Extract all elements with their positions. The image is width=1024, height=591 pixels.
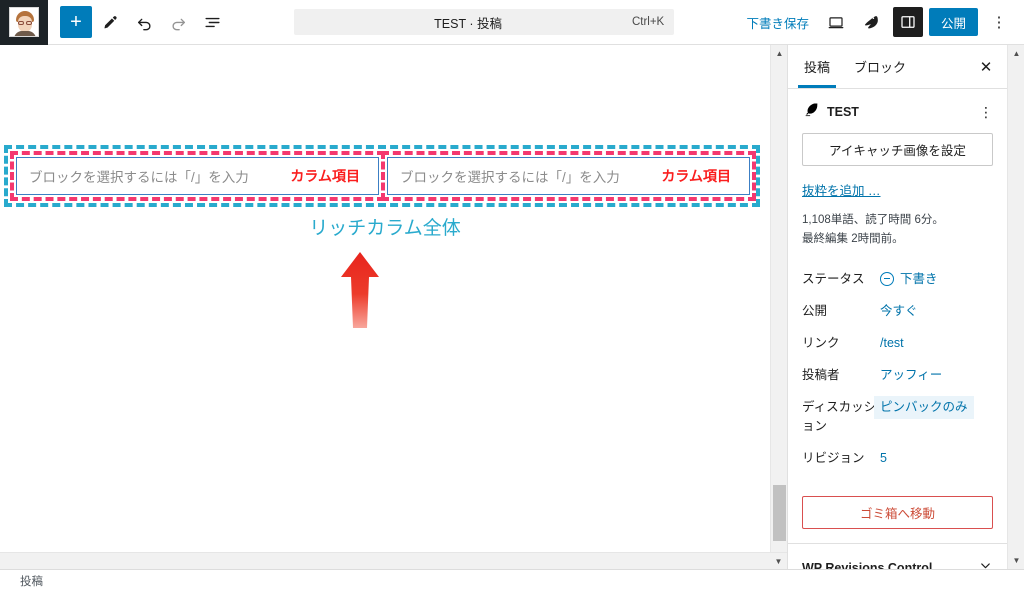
toolbar-center-group: TEST · 投稿 Ctrl+K [228, 9, 740, 35]
move-to-trash-button[interactable]: ゴミ箱へ移動 [802, 495, 993, 529]
annotation-arrow-icon [341, 252, 379, 328]
tab-post[interactable]: 投稿 [792, 45, 842, 88]
sidebar-body: TEST ⋮ アイキャッチ画像を設定 抜粋を追加 … 1,108単語、読了時間 … [788, 89, 1007, 569]
pencil-icon-svg [104, 16, 117, 29]
column-block-2[interactable]: ブロックを選択するには「/」を入力 カラム項目 [381, 151, 756, 201]
editor-vertical-scrollbar[interactable]: ▲ ▼ [770, 45, 787, 569]
undo-icon[interactable] [128, 6, 160, 38]
trash-section: ゴミ箱へ移動 [788, 482, 1007, 544]
command-bar[interactable]: TEST · 投稿 Ctrl+K [294, 9, 675, 35]
add-block-button[interactable]: + [60, 6, 92, 38]
redo-icon[interactable] [162, 6, 194, 38]
jetpack-icon[interactable] [857, 7, 887, 37]
wordpress-block-editor: + TEST · 投稿 Ctrl+K 下書き保存 公開 ⋮ ブロックを選択するに… [0, 0, 1024, 591]
post-settings-rows: ステータス 下書き 公開 今すぐ リンク /test 投稿者 アッフィー ディス… [788, 263, 1007, 474]
editor-top-toolbar: + TEST · 投稿 Ctrl+K 下書き保存 公開 ⋮ [0, 0, 1024, 45]
row-author: 投稿者 アッフィー [788, 359, 1007, 391]
annotation-column-label-2: カラム項目 [661, 168, 731, 184]
last-edited-line: 最終編集 2時間前。 [802, 232, 904, 245]
columns-block: ブロックを選択するには「/」を入力 カラム項目 ブロックを選択するには「/」を入… [10, 151, 756, 201]
row-discussion-key: ディスカッション [802, 400, 877, 433]
sidebar-tabs: 投稿 ブロック ✕ [788, 45, 1007, 89]
post-summary-header: TEST ⋮ [788, 89, 1007, 131]
redo-icon-svg [171, 18, 185, 30]
status-circle-icon [880, 271, 894, 286]
panel-title: WP Revisions Control [802, 560, 933, 569]
save-draft-button[interactable]: 下書き保存 [740, 9, 815, 36]
avatar-image [9, 7, 39, 37]
row-status: ステータス 下書き [788, 263, 1007, 295]
kebab-menu-icon[interactable]: ⋮ [984, 7, 1014, 37]
column-1-placeholder: ブロックを選択するには「/」を入力 [29, 170, 249, 185]
sidebar-scroll-down-arrow-icon[interactable]: ▼ [1008, 552, 1024, 569]
column-2-placeholder: ブロックを選択するには「/」を入力 [400, 170, 620, 185]
post-title-text: TEST [827, 105, 859, 119]
post-content-canvas[interactable]: ブロックを選択するには「/」を入力 カラム項目 ブロックを選択するには「/」を入… [0, 45, 770, 569]
chevron-down-icon-svg [981, 563, 990, 569]
list-view-icon-svg [204, 17, 220, 27]
annotation-outer-label: リッチカラム全体 [309, 218, 461, 239]
word-count-line: 1,108単語、読了時間 6分。 [802, 214, 944, 226]
post-quill-icon-svg [805, 103, 818, 117]
annotation-column-label-1: カラム項目 [290, 168, 360, 184]
row-link: リンク /test [788, 327, 1007, 359]
set-featured-image-button[interactable]: アイキャッチ画像を設定 [802, 133, 993, 166]
pencil-icon[interactable] [94, 6, 126, 38]
panel-wp-revisions-control[interactable]: WP Revisions Control [788, 544, 1007, 569]
row-publish-value[interactable]: 今すぐ [880, 302, 918, 320]
publish-button[interactable]: 公開 [928, 8, 978, 36]
column-block-2-inner[interactable]: ブロックを選択するには「/」を入力 カラム項目 [387, 157, 750, 195]
browser-status-bar: 投稿 [0, 569, 1024, 591]
settings-sidebar-icon[interactable] [892, 7, 923, 37]
column-block-1-inner[interactable]: ブロックを選択するには「/」を入力 カラム項目 [16, 157, 379, 195]
row-publish-key: 公開 [802, 304, 828, 319]
undo-icon-svg [137, 18, 151, 30]
row-status-value-text: 下書き [900, 271, 938, 286]
editor-horizontal-scrollbar[interactable]: ▼ [0, 552, 787, 569]
row-revisions-value[interactable]: 5 [880, 449, 887, 467]
row-discussion-value[interactable]: ピンバックのみ [874, 396, 974, 419]
row-publish: 公開 今すぐ [788, 295, 1007, 327]
status-bar-label: 投稿 [20, 575, 43, 588]
sidebar-scroll-up-arrow-icon[interactable]: ▲ [1008, 45, 1024, 62]
add-excerpt-link[interactable]: 抜粋を追加 … [802, 180, 993, 199]
settings-sidebar: 投稿 ブロック ✕ TEST ⋮ アイキャッチ画像を設定 抜粋を追加 … 1,1… [787, 45, 1007, 569]
close-icon[interactable]: ✕ [969, 50, 1003, 84]
desktop-preview-icon[interactable] [821, 7, 851, 37]
row-author-key: 投稿者 [802, 368, 840, 383]
sidebar-vertical-scrollbar[interactable]: ▲ ▼ [1007, 45, 1024, 569]
post-meta-stats: 1,108単語、読了時間 6分。 最終編集 2時間前。 [802, 211, 993, 249]
column-block-1[interactable]: ブロックを選択するには「/」を入力 カラム項目 [10, 151, 385, 201]
row-revisions-key: リビジョン [802, 450, 865, 465]
chevron-down-icon [978, 558, 993, 569]
editor-scroll-thumb[interactable] [773, 485, 786, 541]
list-view-icon[interactable] [196, 6, 228, 38]
row-link-key: リンク [802, 336, 840, 351]
command-bar-shortcut: Ctrl+K [631, 16, 665, 28]
tab-block[interactable]: ブロック [842, 45, 918, 88]
row-revisions: リビジョン 5 [788, 442, 1007, 474]
editor-canvas-area: ブロックを選択するには「/」を入力 カラム項目 ブロックを選択するには「/」を入… [0, 45, 787, 569]
toolbar-left-group: + [48, 6, 228, 38]
row-link-value[interactable]: /test [880, 334, 904, 352]
post-quill-icon [802, 101, 819, 123]
settings-sidebar-icon-svg [901, 16, 915, 28]
desktop-preview-icon-svg [828, 17, 844, 29]
toolbar-right-group: 下書き保存 公開 ⋮ [740, 7, 1024, 37]
avatar[interactable] [0, 0, 48, 45]
row-discussion: ディスカッション ピンバックのみ [788, 391, 1007, 441]
scroll-up-arrow-icon[interactable]: ▲ [771, 45, 788, 62]
row-status-value[interactable]: 下書き [880, 270, 938, 288]
post-kebab-menu-icon[interactable]: ⋮ [979, 104, 993, 121]
row-status-key: ステータス [802, 271, 865, 286]
row-author-value[interactable]: アッフィー [880, 366, 942, 384]
command-bar-title: TEST · 投稿 [434, 16, 503, 31]
kebab-glyph: ⋮ [991, 13, 1007, 31]
jetpack-icon-svg [865, 15, 879, 28]
scroll-right-arrow-icon[interactable]: ▼ [770, 553, 787, 570]
